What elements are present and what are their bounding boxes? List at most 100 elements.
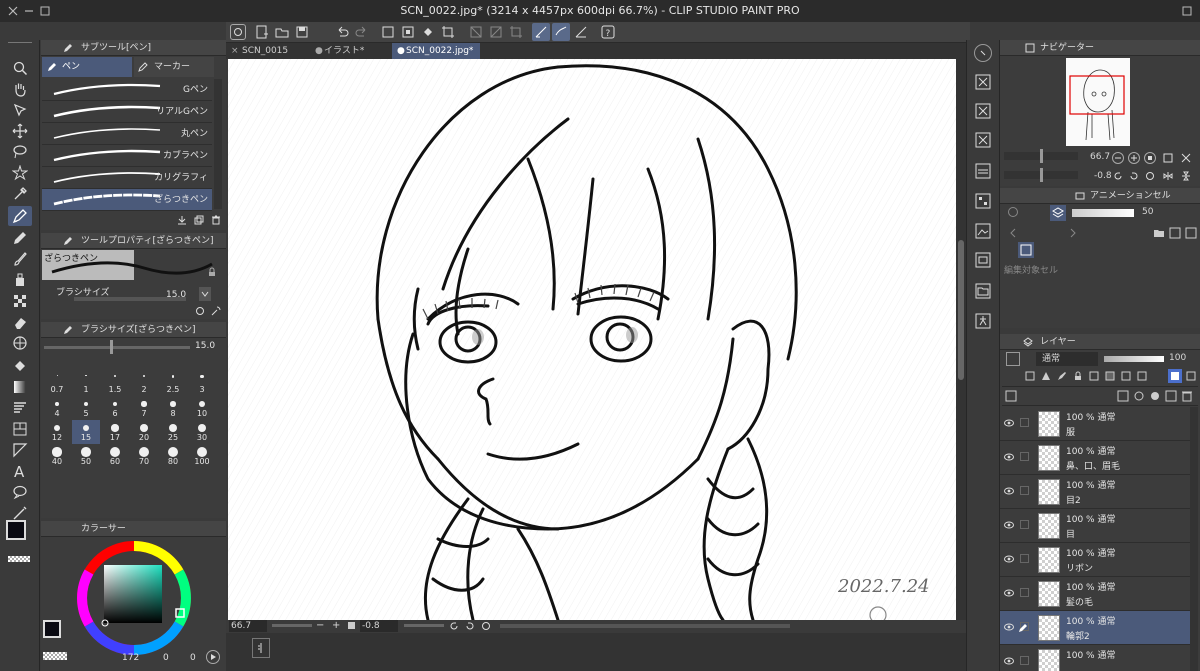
- brush-size-cell[interactable]: 40: [43, 444, 71, 468]
- history-icon[interactable]: [974, 131, 992, 149]
- material-icon[interactable]: [974, 162, 992, 180]
- lock-transparency-icon[interactable]: [1088, 370, 1100, 382]
- eye-icon[interactable]: [1004, 419, 1014, 427]
- brush-size-cell[interactable]: 1: [72, 372, 100, 396]
- eye-icon[interactable]: [1004, 453, 1014, 461]
- airbrush-icon[interactable]: [8, 270, 32, 290]
- minimize-window-icon[interactable]: [22, 4, 36, 18]
- brush-size-cell[interactable]: 30: [188, 420, 216, 444]
- material-image-icon[interactable]: [974, 222, 992, 240]
- eye-icon[interactable]: [1004, 623, 1014, 631]
- mask-enable-icon[interactable]: [1104, 370, 1116, 382]
- fit-icon[interactable]: [348, 622, 355, 629]
- expand-icon[interactable]: [1180, 152, 1192, 164]
- navigator-rotate-knob[interactable]: [1040, 168, 1043, 182]
- layer-color-extra-icon[interactable]: [1184, 369, 1198, 383]
- animation-value[interactable]: 50: [1142, 207, 1153, 217]
- brush-size-cell[interactable]: 6: [101, 396, 129, 420]
- zoom-out-icon[interactable]: [1112, 152, 1124, 164]
- brush-item-calligraphy[interactable]: カリグラフィ: [42, 167, 212, 189]
- onion-opacity-slider[interactable]: [1072, 209, 1134, 217]
- crop-icon[interactable]: [508, 24, 524, 40]
- layer-row[interactable]: 100 % 通常 鼻、口、眉毛: [1000, 441, 1190, 475]
- canvas-vscroll-thumb[interactable]: [958, 240, 964, 380]
- material-pattern-icon[interactable]: [974, 192, 992, 210]
- drawing-canvas[interactable]: 2022.7.24: [228, 59, 956, 620]
- brush-size-cell[interactable]: 70: [130, 444, 158, 468]
- layer-opacity-slider[interactable]: [1104, 356, 1164, 362]
- layer-scrollbar[interactable]: [1190, 407, 1198, 671]
- transform-icon[interactable]: [440, 24, 456, 40]
- download-icon[interactable]: [176, 214, 188, 226]
- brush-size-cell[interactable]: 0.7: [43, 372, 71, 396]
- new-file-icon[interactable]: [254, 24, 270, 40]
- text-icon[interactable]: A: [8, 461, 32, 481]
- brush-item-real-gpen[interactable]: リアルGペン: [42, 101, 212, 123]
- help-icon[interactable]: ?: [600, 24, 616, 40]
- move-layer-icon[interactable]: [8, 121, 32, 141]
- ruler-icon[interactable]: [8, 440, 32, 460]
- navigator-preview[interactable]: [1066, 58, 1130, 146]
- auto-select-icon[interactable]: [8, 163, 32, 183]
- layer-row[interactable]: 100 % 通常 輪郭2: [1000, 611, 1190, 645]
- blend-mode-select[interactable]: 通常: [1036, 352, 1098, 366]
- tab-scn-0015[interactable]: SCN_0015: [228, 43, 308, 59]
- rotate-slider[interactable]: [404, 624, 444, 627]
- fit-window-icon[interactable]: [1162, 152, 1174, 164]
- layer-state-box[interactable]: [1020, 656, 1029, 665]
- layer-state-box[interactable]: [1020, 486, 1029, 495]
- draft-layer-icon[interactable]: [1056, 370, 1068, 382]
- eye-icon[interactable]: [1004, 555, 1014, 563]
- navigator-icon[interactable]: [974, 44, 992, 62]
- snap-ruler-icon[interactable]: [532, 23, 550, 41]
- redo-icon[interactable]: [354, 24, 370, 40]
- sub-view-icon[interactable]: [974, 73, 992, 91]
- brush-size-cell[interactable]: 10: [188, 396, 216, 420]
- new-cel-icon[interactable]: [1168, 226, 1182, 240]
- eye-icon[interactable]: [1004, 487, 1014, 495]
- new-vector-layer-icon[interactable]: [1132, 389, 1146, 403]
- rotate-left-icon[interactable]: [448, 620, 460, 632]
- save-icon[interactable]: [294, 24, 310, 40]
- layer-color-swatch-icon[interactable]: [1168, 369, 1182, 383]
- rotate-left-icon[interactable]: [1112, 170, 1124, 182]
- zoom-slider[interactable]: [272, 624, 312, 627]
- reset-rotation-icon[interactable]: [1144, 170, 1156, 182]
- brush-size-cell[interactable]: 8: [159, 396, 187, 420]
- layer-opacity-value[interactable]: 100: [1169, 353, 1186, 363]
- clip-lower-layer-icon[interactable]: [1024, 370, 1036, 382]
- settings-icon[interactable]: [194, 305, 206, 317]
- cel-prev-icon[interactable]: [1006, 226, 1020, 240]
- close-tab-icon[interactable]: ×: [231, 46, 239, 56]
- trash-icon[interactable]: [210, 214, 222, 226]
- layer-state-box[interactable]: [1020, 418, 1029, 427]
- cel-next-icon[interactable]: [1066, 226, 1080, 240]
- material-folder-icon[interactable]: [974, 282, 992, 300]
- play-icon[interactable]: [206, 650, 220, 664]
- clear-outside-icon[interactable]: [400, 24, 416, 40]
- fill-icon[interactable]: [420, 24, 436, 40]
- new-raster-layer-icon[interactable]: [1116, 389, 1130, 403]
- snap-grid-icon[interactable]: [572, 23, 590, 41]
- gradient-icon[interactable]: [8, 377, 32, 397]
- brush-size-cell[interactable]: 60: [101, 444, 129, 468]
- brush-item-gpen[interactable]: Gペン: [42, 79, 212, 101]
- material-3d-icon[interactable]: [974, 251, 992, 269]
- navigator-zoom-value[interactable]: 66.7: [1090, 152, 1110, 162]
- canvas-horizontal-scrollbar[interactable]: [500, 624, 790, 628]
- color-panel-transparent[interactable]: [43, 652, 67, 660]
- brush-size-cell[interactable]: 20: [130, 420, 158, 444]
- snap-special-ruler-icon[interactable]: [552, 23, 570, 41]
- main-color-swatch[interactable]: [6, 520, 26, 540]
- blend-mode-box-icon[interactable]: [1006, 352, 1020, 366]
- layer-state-box[interactable]: [1020, 554, 1029, 563]
- maximize-window-icon[interactable]: [38, 4, 52, 18]
- layer-row[interactable]: 100 % 通常 目2: [1000, 475, 1190, 509]
- brush-size-cell[interactable]: 50: [72, 444, 100, 468]
- figure-icon[interactable]: [8, 398, 32, 418]
- clip-studio-icon[interactable]: [230, 24, 246, 40]
- merge-layer-icon[interactable]: [1164, 389, 1178, 403]
- status-zoom[interactable]: 66.7: [229, 620, 267, 632]
- zoom-out-icon[interactable]: −: [316, 620, 324, 632]
- flip-horizontal-icon[interactable]: [1162, 170, 1174, 182]
